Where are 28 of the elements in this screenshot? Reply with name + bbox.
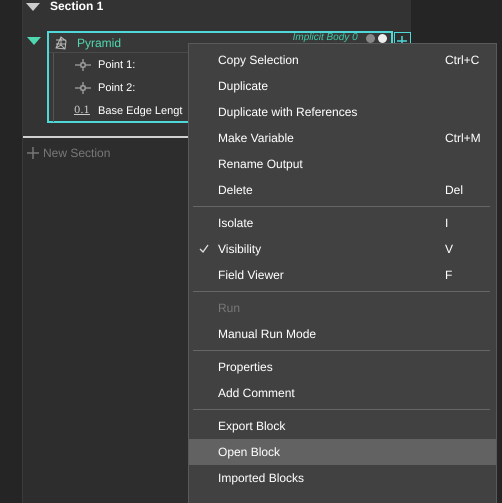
shortcut-label: Ctrl+C [445, 53, 480, 67]
menu-item-label: Export Block [218, 419, 286, 433]
shortcut-label: Ctrl+M [445, 131, 481, 145]
menu-item-label: Duplicate with References [218, 105, 358, 119]
menu-item-label: Isolate [218, 216, 254, 230]
input-label: Point 2: [98, 82, 136, 94]
number-icon: 0.1 [74, 105, 92, 116]
menu-item-label: Open Block [218, 445, 282, 459]
input-label: Point 1: [98, 58, 136, 70]
shortcut-label: Del [445, 183, 464, 197]
menu-item-label: Add Comment [218, 386, 296, 400]
menu-item-label: Field Viewer [218, 268, 285, 282]
menu-item-label: Delete [218, 183, 254, 197]
menu-item-label: Visibility [218, 242, 262, 256]
menu-item-label: Make Variable [218, 131, 295, 145]
block-title: Pyramid [77, 36, 122, 50]
shortcut-label: I [445, 216, 448, 230]
menu-item-label: Duplicate [218, 79, 270, 93]
shortcut-label: F [445, 268, 452, 282]
menu-item-label: Properties [218, 360, 274, 374]
menu-item-label: Imported Blocks [218, 471, 306, 485]
shortcut-label: V [445, 242, 454, 256]
section-title: Section 1 [50, 0, 104, 13]
menu-item-label: Rename Output [218, 157, 304, 171]
menu-item-label: Copy Selection [218, 53, 300, 67]
menu-item-label: Manual Run Mode [218, 327, 318, 341]
output-name: Implicit Body 0 [292, 33, 358, 43]
input-label: Base Edge Lengt [98, 104, 182, 116]
